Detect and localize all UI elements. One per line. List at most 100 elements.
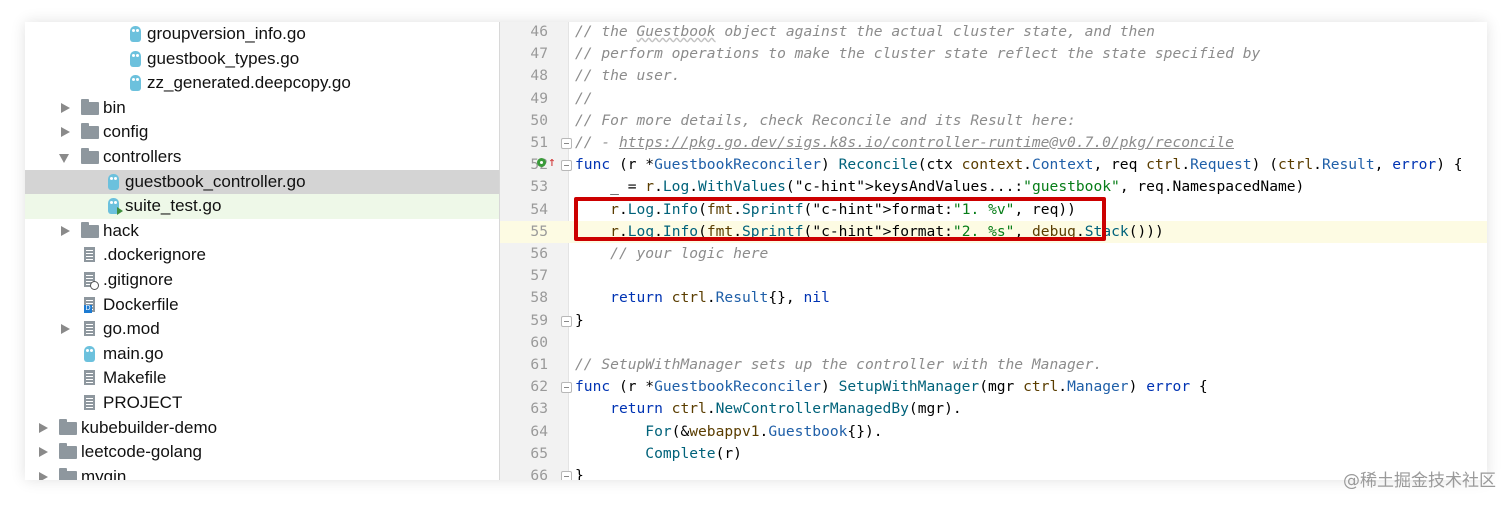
code-line[interactable]: 51 // - https://pkg.go.dev/sigs.k8s.io/co… [500,132,1487,154]
line-number: 56 [530,245,548,262]
code-line[interactable]: 49 // [500,88,1487,110]
tree-folder[interactable]: leetcode-golang [25,440,499,465]
tree-folder[interactable]: hack [25,219,499,244]
code-text: return ctrl.NewControllerManagedBy(mgr). [610,400,962,418]
tree-file[interactable]: guestbook_controller.go [25,169,499,195]
chevron-right-icon[interactable] [37,416,49,441]
tree-item-label: hack [103,220,139,240]
tree-item-label: main.go [103,343,164,363]
project-tree: groupversion_info.go guestbook_types.gozz… [25,22,500,480]
code-text: For(&webappv1.Guestbook{}). [645,422,883,440]
tree-folder[interactable]: kubebuilder-demo [25,416,499,441]
code-editor[interactable]: 46 // the Guestbook object against the ac… [500,22,1487,480]
tree-file[interactable]: .dockerignore [25,243,499,268]
tree-file[interactable]: .gitignore [25,268,499,293]
chevron-right-icon[interactable] [59,120,71,145]
chevron-right-icon[interactable] [59,96,71,121]
tree-item-label: guestbook_types.go [147,48,300,68]
go-test-file-icon [105,194,123,219]
go-file-icon [127,71,145,96]
line-number: 51 [530,134,548,151]
chevron-right-icon[interactable] [59,317,71,342]
code-line[interactable]: 48 // the user. [500,65,1487,87]
code-line[interactable]: 52↑func (r *GuestbookReconciler) Reconci… [500,154,1487,176]
code-text: // For more details, check Reconcile and… [575,111,1076,129]
code-text: } [575,311,584,329]
line-number: 64 [530,422,548,440]
folder-icon [81,96,99,121]
fold-marker-icon[interactable] [561,138,572,149]
chevron-right-icon[interactable] [37,465,49,480]
code-line[interactable]: 53 _ = r.Log.WithValues("c-hint">keysAnd… [500,176,1487,198]
tree-folder[interactable]: bin [25,96,499,121]
line-number: 46 [530,23,548,40]
line-number: 53 [530,178,548,196]
code-line[interactable]: 60 [500,332,1487,354]
fold-marker-icon[interactable] [561,315,572,327]
fold-marker-icon[interactable] [561,160,572,172]
code-text: // SetupWithManager sets up the controll… [575,356,1103,373]
go-file-icon [81,342,99,367]
line-number: 60 [530,333,548,351]
code-line[interactable]: 66} [500,465,1487,480]
code-line[interactable]: 47 // perform operations to make the clus… [500,43,1487,65]
code-text: } [575,467,584,480]
tree-folder[interactable]: config [25,120,499,145]
folder-icon [81,145,99,170]
tree-file[interactable]: groupversion_info.go [25,22,499,47]
tree-file[interactable]: go.mod [25,317,499,342]
line-number: 61 [530,356,548,373]
code-line[interactable]: 56 // your logic here [500,243,1487,265]
code-line[interactable]: 46 // the Guestbook object against the ac… [500,22,1487,43]
code-text: // [575,89,593,107]
docker-file-icon [81,293,99,318]
tree-folder[interactable]: mygin [25,465,499,480]
fold-marker-icon[interactable] [561,471,572,480]
tree-file[interactable]: suite_test.go [25,194,499,219]
tree-file[interactable]: Dockerfile [25,293,499,318]
go-file-icon [127,47,145,72]
code-text: func (r *GuestbookReconciler) Reconcile(… [575,156,1463,174]
watermark: @稀土掘金技术社区 [1343,471,1496,491]
text-file-icon [81,317,99,342]
fold-marker-icon[interactable] [561,382,572,394]
code-text: // your logic here [610,245,769,262]
tree-folder[interactable]: controllers [25,145,499,170]
ide-window: groupversion_info.go guestbook_types.gozz… [25,22,1487,480]
tree-file[interactable]: main.go [25,342,499,367]
code-line[interactable]: 50 // For more details, check Reconcile a… [500,110,1487,132]
line-number: 58 [530,289,548,307]
tree-item-label: zz_generated.deepcopy.go [147,73,351,93]
code-line[interactable]: 65 Complete(r) [500,443,1487,465]
tree-item-label: suite_test.go [125,196,222,216]
code-line[interactable]: 57 [500,265,1487,287]
tree-file[interactable]: guestbook_types.go [25,47,499,72]
chevron-down-icon[interactable] [59,145,71,170]
code-line[interactable]: 58 return ctrl.Result{}, nil [500,287,1487,309]
tree-item-label: go.mod [103,319,160,339]
arrow-up-icon[interactable]: ↑ [548,155,556,171]
line-number: 55 [530,222,548,240]
code-line[interactable]: 59} [500,310,1487,332]
code-line[interactable]: 61 // SetupWithManager sets up the contro… [500,354,1487,376]
folder-icon [59,465,77,480]
line-number: 47 [530,45,548,63]
code-text: // the user. [575,67,681,85]
folder-icon [59,416,77,441]
tree-item-label: controllers [103,147,182,166]
code-line[interactable]: 63 return ctrl.NewControllerManagedBy(mg… [500,398,1487,420]
tree-file[interactable]: zz_generated.deepcopy.go [25,71,499,96]
chevron-right-icon[interactable] [59,219,71,244]
code-line[interactable]: 64 For(&webappv1.Guestbook{}). [500,421,1487,443]
text-file-icon [81,391,99,416]
tree-item-label: kubebuilder-demo [81,417,218,437]
code-line[interactable]: 62 func (r *GuestbookReconciler) SetupWit… [500,376,1487,398]
line-number: 59 [530,311,548,329]
folder-icon [59,440,77,465]
line-number: 62 [530,378,548,396]
go-file-icon [127,22,145,47]
tree-item-label: .gitignore [103,270,173,289]
tree-file[interactable]: PROJECT [25,391,499,416]
chevron-right-icon[interactable] [37,440,49,465]
tree-file[interactable]: Makefile [25,366,499,391]
